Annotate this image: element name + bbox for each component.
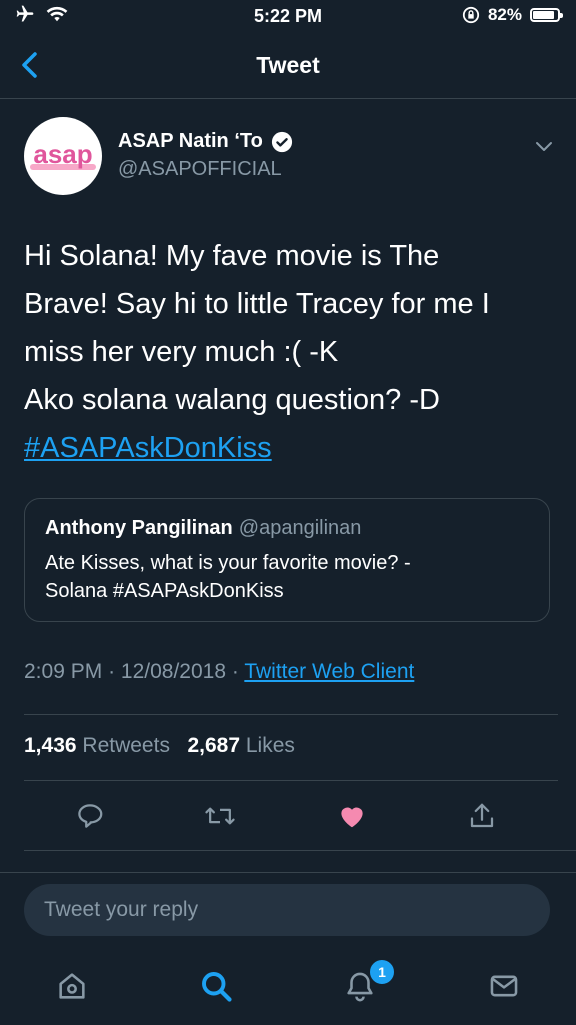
quoted-author-handle: @apangilinan (238, 517, 362, 539)
svg-text:asap: asap (33, 139, 92, 169)
tweet-options-button[interactable] (532, 134, 556, 163)
verified-badge-icon (271, 131, 292, 152)
like-button[interactable] (332, 796, 372, 836)
search-icon (202, 972, 232, 1002)
battery-icon (530, 8, 563, 22)
tab-home[interactable] (48, 962, 96, 1010)
author-name[interactable]: ASAP Natin ‘To (118, 130, 293, 153)
tweet-stats: 1,436 Retweets 2,687 Likes (24, 734, 295, 758)
quoted-line: Ate Kisses, what is your favorite movie?… (45, 552, 411, 574)
nav-bar: Tweet (0, 32, 576, 99)
page-title: Tweet (256, 52, 320, 78)
tweet-date: 12/08/2018 (120, 660, 227, 683)
retweets-stat[interactable]: 1,436 Retweets (24, 734, 170, 757)
likes-count: 2,687 (187, 734, 241, 757)
divider (24, 850, 576, 851)
notifications-badge: 1 (368, 958, 396, 986)
battery-percent: 82% (487, 5, 522, 24)
divider (24, 780, 558, 781)
status-right: 82% (462, 5, 563, 25)
avatar[interactable]: asap (24, 117, 102, 195)
retweets-count: 1,436 (24, 734, 77, 757)
tweet-line: Brave! Say hi to little Tracey for me I (24, 288, 490, 320)
quoted-line: Solana #ASAPAskDonKiss (45, 580, 284, 602)
tweet-client-link[interactable]: Twitter Web Client (244, 660, 414, 683)
chevron-down-icon (536, 142, 552, 151)
tab-messages[interactable] (480, 962, 528, 1010)
meta-separator: · (108, 660, 116, 683)
retweet-icon (205, 807, 235, 825)
quoted-tweet[interactable]: Anthony Pangilinan @apangilinan Ate Kisse… (24, 498, 550, 622)
divider (24, 714, 558, 715)
tweet-line: Hi Solana! My fave movie is The (24, 240, 440, 272)
asap-logo: asap (30, 139, 96, 170)
status-bar: 5:22 PM 82% (0, 0, 576, 32)
tab-search[interactable] (192, 962, 240, 1010)
reply-button[interactable] (70, 796, 110, 836)
hashtag-link[interactable]: #ASAPAskDonKiss (24, 424, 544, 472)
likes-stat[interactable]: 2,687 Likes (187, 734, 294, 757)
battery-level (533, 11, 555, 19)
quoted-tweet-text: Ate Kisses, what is your favorite movie?… (45, 549, 515, 605)
reply-icon (78, 804, 103, 828)
quoted-author-name: Anthony Pangilinan (45, 517, 233, 539)
retweet-button[interactable] (200, 796, 240, 836)
tweet-line: Ako solana walang question? -D (24, 384, 440, 416)
author-name-text[interactable]: ASAP Natin ‘To (118, 130, 263, 153)
meta-separator: · (231, 660, 239, 683)
heart-icon (341, 807, 363, 828)
home-icon (59, 973, 85, 999)
tweet-text: Hi Solana! My fave movie is The Brave! S… (24, 232, 544, 472)
reply-input[interactable]: Tweet your reply (24, 884, 550, 936)
author-handle[interactable]: @ASAPOFFICIAL (118, 158, 282, 181)
quoted-tweet-header: Anthony Pangilinan @apangilinan (45, 517, 361, 540)
rotation-lock-icon (462, 6, 480, 24)
tweet-meta: 2:09 PM · 12/08/2018 · Twitter Web Clien… (24, 660, 414, 684)
tweet-line: miss her very much :( -K (24, 336, 339, 368)
share-icon (470, 803, 494, 828)
tweet-time: 2:09 PM (24, 660, 103, 683)
share-button[interactable] (462, 796, 502, 836)
mail-icon (490, 975, 518, 997)
likes-label: Likes (245, 734, 295, 757)
retweets-label: Retweets (82, 734, 170, 757)
